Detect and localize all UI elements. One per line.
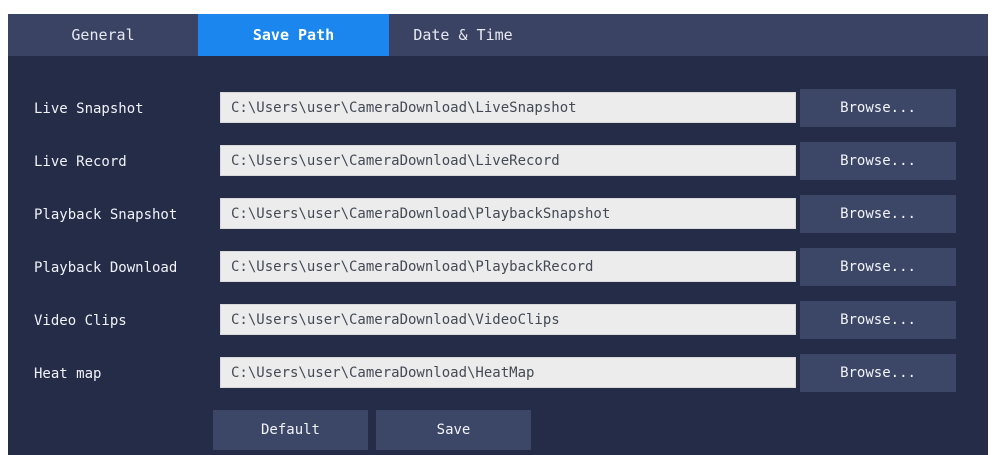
default-button[interactable]: Default	[213, 410, 368, 450]
video-clips-row: Video Clips Browse...	[8, 301, 988, 341]
playback-download-browse-button[interactable]: Browse...	[800, 248, 956, 286]
save-button[interactable]: Save	[376, 410, 531, 450]
playback-download-path-field[interactable]	[220, 251, 796, 282]
heat-map-path-field[interactable]	[220, 357, 796, 388]
heat-map-browse-button[interactable]: Browse...	[800, 354, 956, 392]
video-clips-path-field[interactable]	[220, 304, 796, 335]
tab-save-path[interactable]: Save Path	[198, 14, 389, 56]
settings-panel: General Save Path Date & Time Live Snaps…	[8, 14, 988, 455]
playback-snapshot-label: Playback Snapshot	[34, 207, 178, 223]
tab-bar: General Save Path Date & Time	[8, 14, 988, 56]
playback-download-label: Playback Download	[34, 260, 178, 276]
live-snapshot-browse-button[interactable]: Browse...	[800, 89, 956, 127]
live-record-label: Live Record	[34, 154, 127, 170]
live-record-browse-button[interactable]: Browse...	[800, 142, 956, 180]
live-snapshot-row: Live Snapshot Browse...	[8, 89, 988, 129]
live-record-path-field[interactable]	[220, 145, 796, 176]
live-snapshot-path-field[interactable]	[220, 92, 796, 123]
playback-snapshot-row: Playback Snapshot Browse...	[8, 195, 988, 235]
tab-general[interactable]: General	[8, 14, 198, 56]
live-snapshot-label: Live Snapshot	[34, 101, 144, 117]
video-clips-label: Video Clips	[34, 313, 127, 329]
heat-map-label: Heat map	[34, 366, 102, 382]
video-clips-browse-button[interactable]: Browse...	[800, 301, 956, 339]
tab-date-time[interactable]: Date & Time	[389, 14, 537, 56]
playback-download-row: Playback Download Browse...	[8, 248, 988, 288]
heat-map-row: Heat map Browse...	[8, 354, 988, 394]
playback-snapshot-browse-button[interactable]: Browse...	[800, 195, 956, 233]
playback-snapshot-path-field[interactable]	[220, 198, 796, 229]
live-record-row: Live Record Browse...	[8, 142, 988, 182]
